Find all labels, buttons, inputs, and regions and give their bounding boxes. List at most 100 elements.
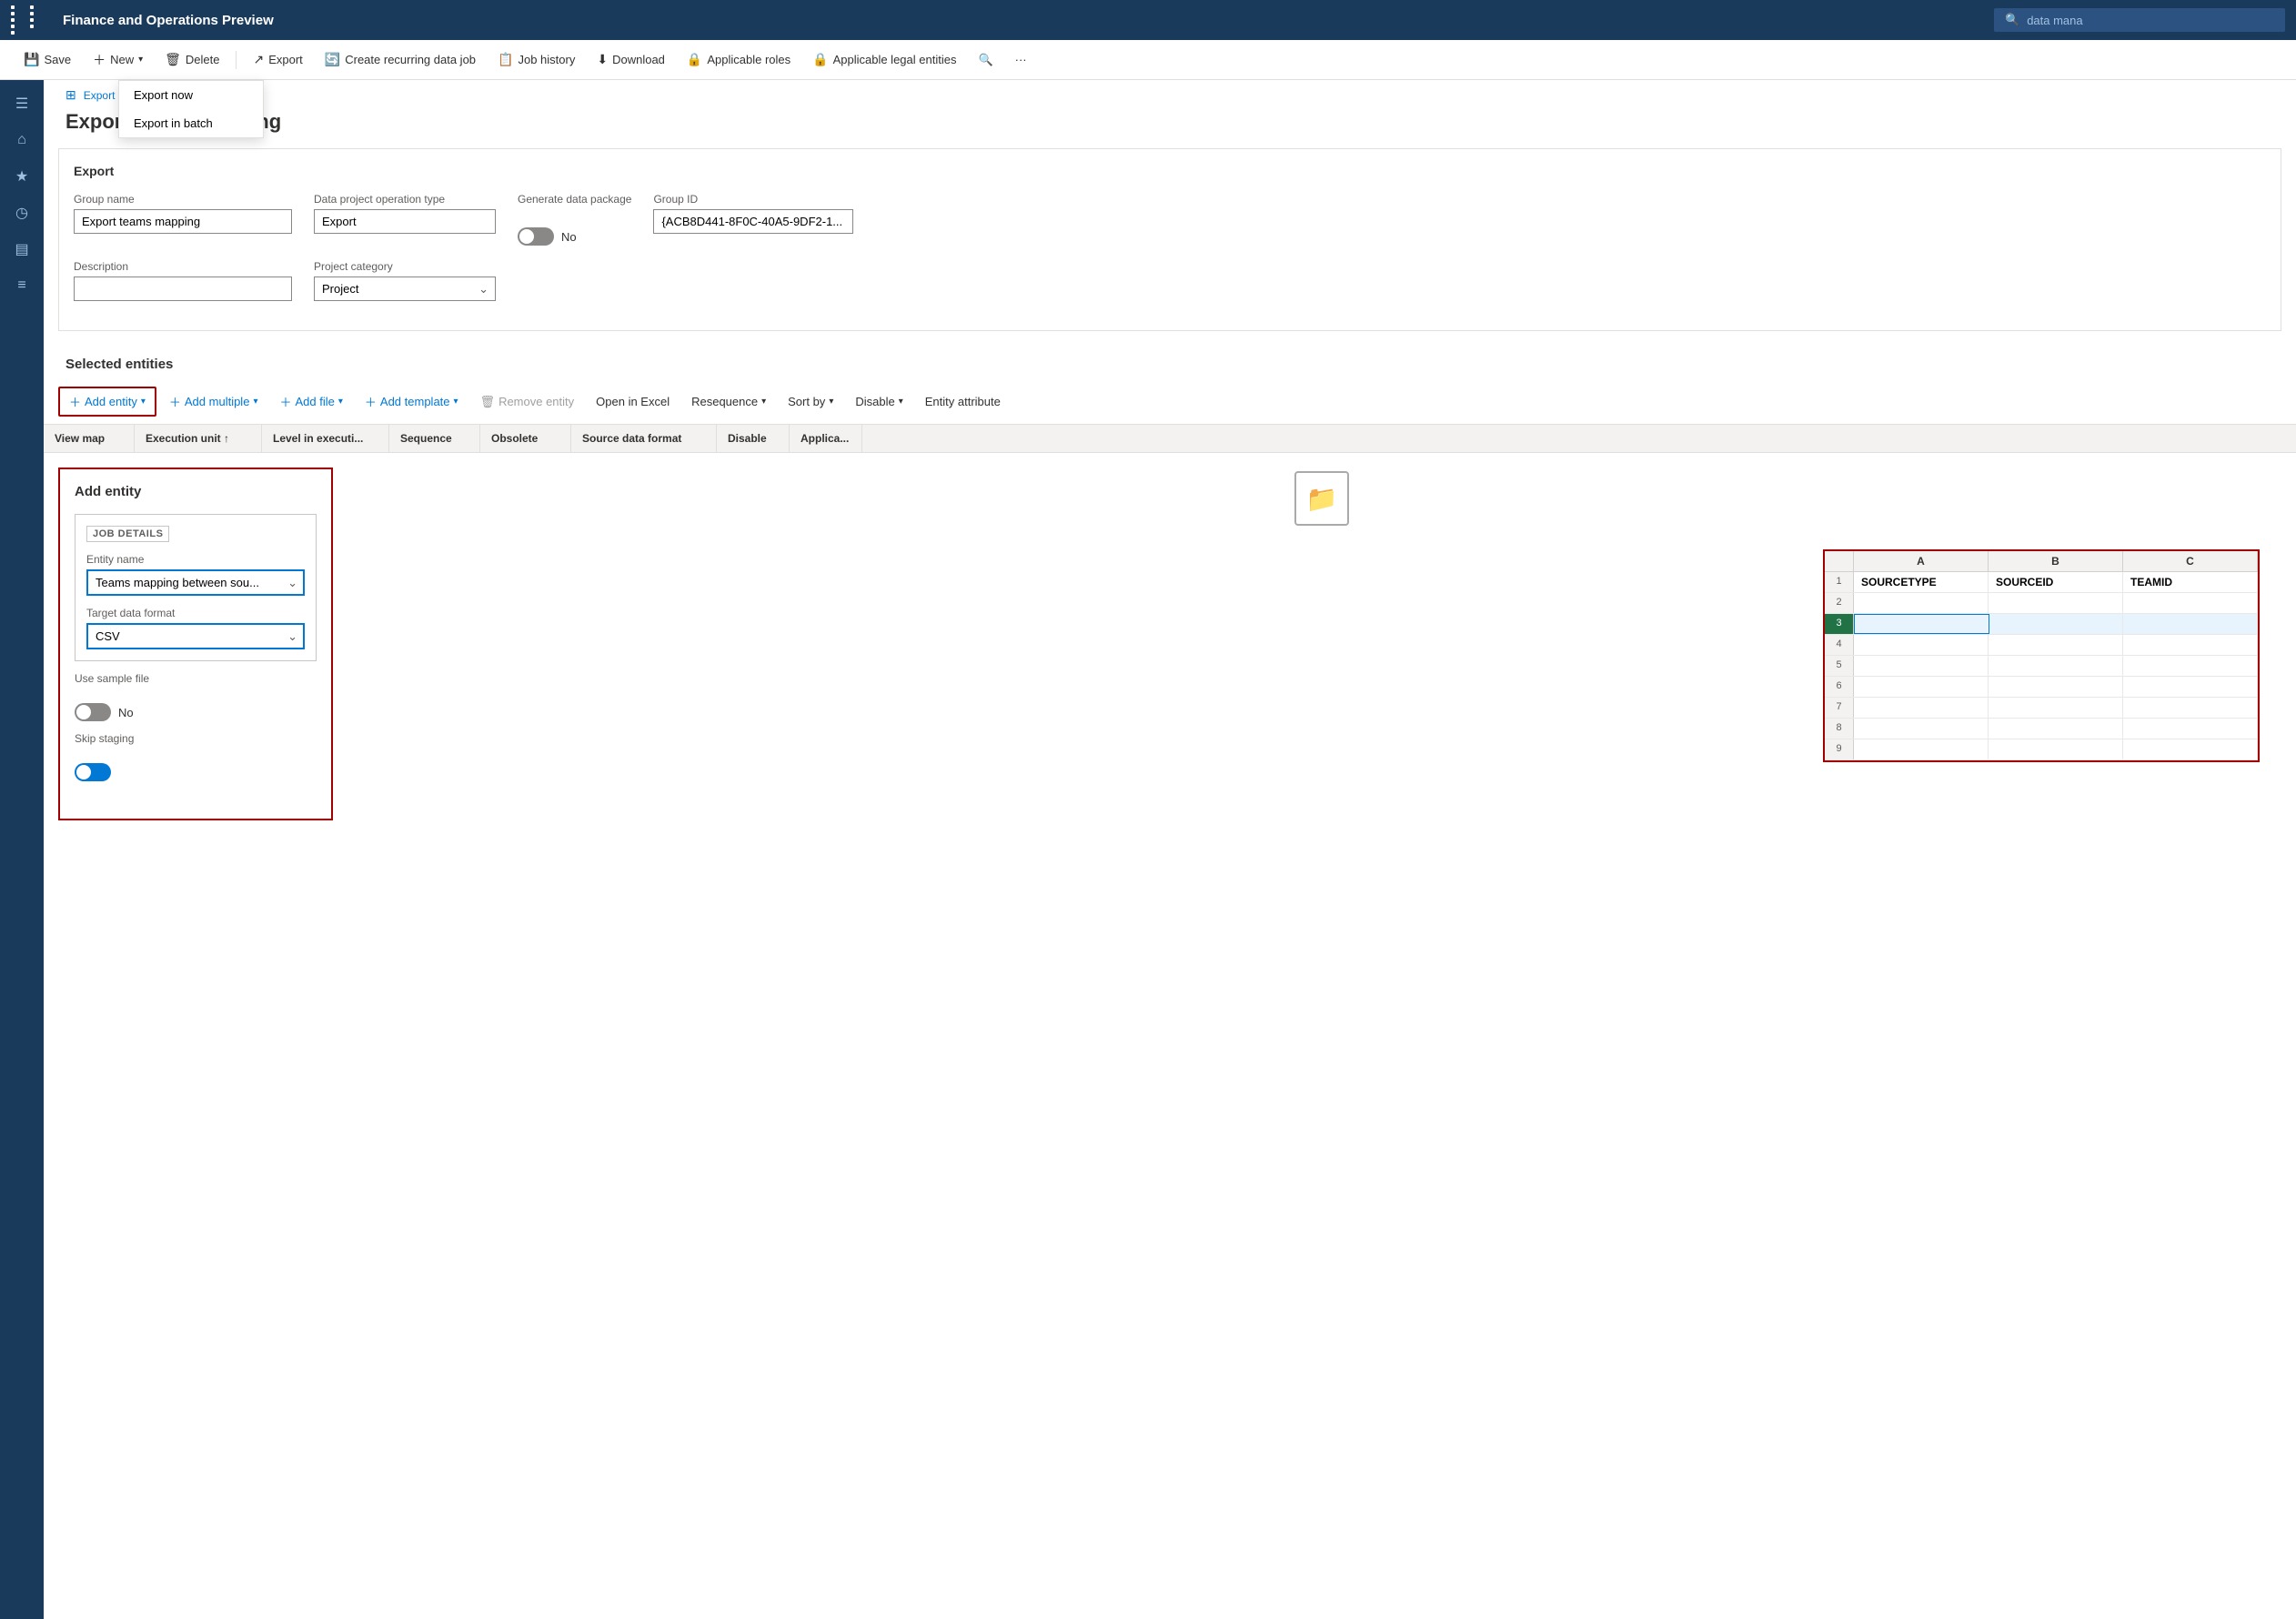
add-file-plus-icon: ＋: [279, 393, 291, 410]
ss-row-8: 8: [1825, 719, 2258, 739]
download-button[interactable]: ⬇ Download: [588, 46, 674, 73]
export-now-item[interactable]: Export now: [119, 81, 263, 109]
skip-staging-toggle[interactable]: .toggle-on::after { left: 20px !importan…: [75, 763, 111, 781]
ss-cell-4a[interactable]: [1854, 635, 1989, 655]
sidebar-menu-icon[interactable]: ☰: [5, 87, 38, 120]
export-section: Export Group name Data project operation…: [58, 148, 2281, 331]
ss-cell-7b[interactable]: [1989, 698, 2123, 718]
ss-cell-8a[interactable]: [1854, 719, 1989, 739]
ss-cell-2b[interactable]: [1989, 593, 2123, 613]
app-grid-icon[interactable]: [11, 5, 46, 35]
breadcrumb: ⊞ Export | AX : OPERATIONS: [44, 80, 2296, 106]
sidebar-home-icon[interactable]: ⌂: [5, 124, 38, 156]
ss-cell-5c[interactable]: [2123, 656, 2258, 676]
ss-cell-2a[interactable]: [1854, 593, 1989, 613]
ss-cell-3a[interactable]: [1854, 614, 1989, 634]
ss-cell-9a[interactable]: [1854, 739, 1989, 759]
project-category-label: Project category: [314, 260, 496, 273]
col-execution-unit: Execution unit ↑: [135, 425, 262, 452]
ss-cell-4c[interactable]: [2123, 635, 2258, 655]
command-bar: 💾 Save ＋ New ▾ Export now Export in batc…: [0, 40, 2296, 80]
ss-cell-5b[interactable]: [1989, 656, 2123, 676]
applicable-roles-button[interactable]: 🔒 Applicable roles: [678, 46, 800, 73]
sidebar-modules-icon[interactable]: ≡: [5, 269, 38, 302]
search-input[interactable]: [2027, 14, 2263, 27]
add-entity-button[interactable]: ＋ Add entity ▾: [58, 387, 156, 417]
use-sample-group: Use sample file No: [75, 672, 317, 721]
ss-cell-2c[interactable]: [2123, 593, 2258, 613]
disable-button[interactable]: Disable ▾: [846, 390, 911, 413]
job-details-label: JOB DETAILS: [86, 526, 169, 542]
sort-by-button[interactable]: Sort by ▾: [779, 390, 842, 413]
global-search-bar[interactable]: 🔍: [1994, 8, 2285, 32]
create-recurring-button[interactable]: 🔄 Create recurring data job: [316, 46, 485, 73]
ss-cell-1b[interactable]: SOURCEID: [1989, 572, 2123, 592]
entities-section-title: Selected entities: [44, 346, 2296, 379]
entity-name-select[interactable]: Teams mapping between sou...: [86, 569, 305, 596]
project-category-select[interactable]: Project: [314, 277, 496, 301]
export-icon: ↗: [253, 52, 264, 67]
delete-button[interactable]: 🗑 Delete: [156, 46, 228, 73]
target-format-select[interactable]: CSV: [86, 623, 305, 649]
search-button[interactable]: 🔍: [969, 47, 1002, 73]
ss-corner: [1825, 551, 1854, 571]
breadcrumb-export-link[interactable]: Export: [84, 89, 116, 102]
applicable-legal-button[interactable]: 🔒 Applicable legal entities: [803, 46, 965, 73]
ss-cell-4b[interactable]: [1989, 635, 2123, 655]
ss-cell-1c[interactable]: TEAMID: [2123, 572, 2258, 592]
ss-rownum-2: 2: [1825, 593, 1854, 613]
ss-cell-8b[interactable]: [1989, 719, 2123, 739]
new-button[interactable]: ＋ New ▾: [84, 45, 152, 75]
resequence-button[interactable]: Resequence ▾: [682, 390, 775, 413]
ss-cell-9c[interactable]: [2123, 739, 2258, 759]
sidebar-recent-icon[interactable]: ◷: [5, 196, 38, 229]
use-sample-toggle-group: No: [75, 703, 317, 721]
description-group: Description: [74, 260, 292, 301]
add-template-chevron: ▾: [454, 397, 458, 407]
layout: ☰ ⌂ ★ ◷ ▤ ≡ ⊞ Export | AX : OPERATIONS E…: [0, 80, 2296, 1619]
group-name-input[interactable]: [74, 209, 292, 234]
add-multiple-button[interactable]: ＋ Add multiple ▾: [160, 388, 267, 415]
ss-cell-6c[interactable]: [2123, 677, 2258, 697]
more-button[interactable]: ···: [1006, 47, 1036, 72]
remove-entity-button[interactable]: 🗑 Remove entity: [471, 390, 584, 414]
ss-cell-1a[interactable]: SOURCETYPE: [1854, 572, 1989, 592]
ss-cell-8c[interactable]: [2123, 719, 2258, 739]
entity-name-group: Entity name Teams mapping between sou...: [86, 553, 305, 596]
export-button[interactable]: ↗ Export: [244, 46, 311, 73]
ss-cell-3c[interactable]: [2123, 614, 2258, 634]
job-history-button[interactable]: 📋 Job history: [488, 46, 584, 73]
ss-cell-6b[interactable]: [1989, 677, 2123, 697]
group-id-input[interactable]: [653, 209, 853, 234]
data-project-input[interactable]: [314, 209, 496, 234]
ss-col-b: B: [1989, 551, 2123, 571]
open-excel-button[interactable]: Open in Excel: [587, 390, 679, 413]
add-template-button[interactable]: ＋ Add template ▾: [356, 388, 468, 415]
ss-cell-6a[interactable]: [1854, 677, 1989, 697]
folder-icon: 📁: [1306, 484, 1338, 514]
download-icon: ⬇: [597, 52, 608, 67]
sidebar-workspaces-icon[interactable]: ▤: [5, 233, 38, 266]
use-sample-value: No: [118, 706, 134, 719]
ss-cell-7a[interactable]: [1854, 698, 1989, 718]
save-button[interactable]: 💾 Save: [15, 46, 80, 73]
use-sample-toggle[interactable]: [75, 703, 111, 721]
ss-cell-7c[interactable]: [2123, 698, 2258, 718]
generate-package-toggle-group: No: [518, 227, 631, 246]
sidebar-favorites-icon[interactable]: ★: [5, 160, 38, 193]
col-disable: Disable: [717, 425, 790, 452]
excel-file-icon: 📁: [1294, 471, 1349, 526]
entity-attribute-button[interactable]: Entity attribute: [916, 390, 1010, 413]
ss-cell-5a[interactable]: [1854, 656, 1989, 676]
panel-title: Add entity: [75, 484, 317, 499]
add-file-button[interactable]: ＋ Add file ▾: [270, 388, 351, 415]
export-batch-item[interactable]: Export in batch: [119, 109, 263, 137]
ss-cell-9b[interactable]: [1989, 739, 2123, 759]
remove-entity-icon: 🗑: [480, 395, 496, 409]
description-input[interactable]: [74, 277, 292, 301]
target-format-group: Target data format CSV: [86, 607, 305, 649]
resequence-chevron: ▾: [761, 397, 766, 407]
add-entity-plus-icon: ＋: [69, 393, 81, 410]
generate-package-toggle[interactable]: [518, 227, 554, 246]
ss-cell-3b[interactable]: [1989, 614, 2124, 634]
